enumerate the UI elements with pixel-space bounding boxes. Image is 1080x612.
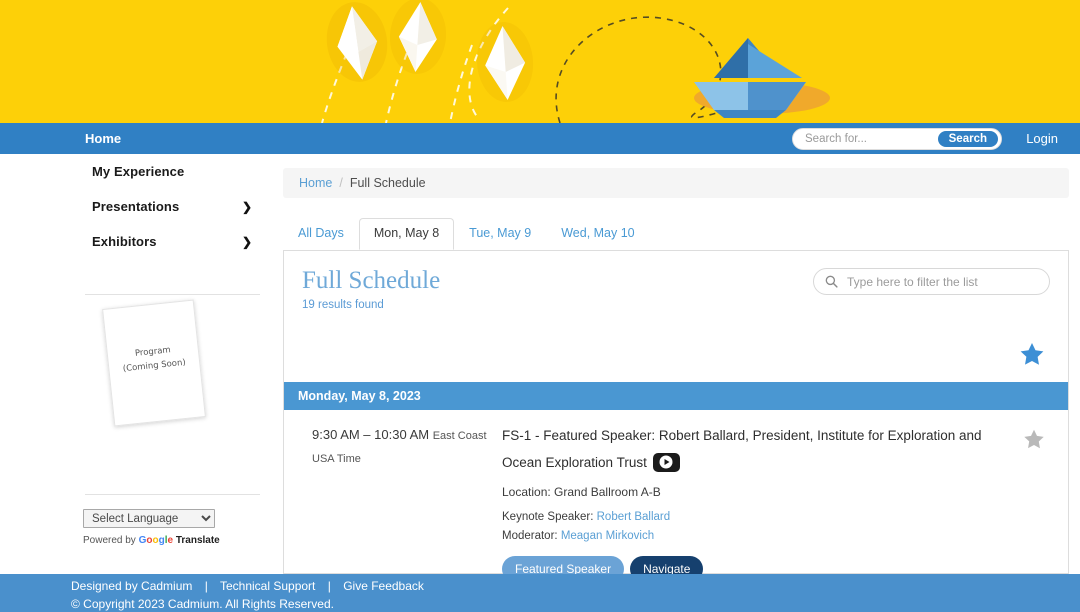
sidebar-divider-bottom [85, 494, 260, 495]
results-count: 19 results found [302, 299, 384, 311]
footer-give-feedback-link[interactable]: Give Feedback [343, 579, 424, 593]
list-filter [813, 268, 1050, 295]
sidebar-item-label: Exhibitors [92, 234, 157, 249]
location-label: Location: [502, 485, 551, 499]
main-content: Home / Full Schedule All Days Mon, May 8… [275, 154, 1080, 582]
breadcrumb-home-link[interactable]: Home [299, 176, 332, 190]
session-location: Location: Grand Ballroom A-B [502, 485, 992, 499]
moderator-row: Moderator: Meagan Mirkovich [502, 527, 992, 546]
sidebar-item-my-experience[interactable]: My Experience [92, 154, 252, 189]
page-title: Full Schedule [302, 267, 441, 294]
site-search: Search [792, 128, 1002, 150]
sidebar-item-presentations[interactable]: Presentations ❯ [92, 189, 252, 224]
session-title: FS-1 - Featured Speaker: Robert Ballard,… [502, 428, 982, 470]
breadcrumb-current: Full Schedule [349, 176, 426, 190]
play-video-icon[interactable] [652, 452, 680, 472]
footer-technical-support-link[interactable]: Technical Support [220, 579, 315, 593]
session-favorite-star-icon[interactable] [1022, 428, 1046, 456]
breadcrumb: Home / Full Schedule [283, 168, 1069, 198]
favorites-filter-star-icon[interactable] [1018, 341, 1046, 373]
hero-banner [0, 0, 1080, 123]
keynote-speaker-link[interactable]: Robert Ballard [597, 511, 671, 523]
sidebar-item-label: Presentations [92, 199, 180, 214]
google-logo: Google [138, 535, 174, 546]
banner-illustration [0, 0, 1080, 123]
sidebar-item-label: My Experience [92, 164, 185, 179]
footer-designed-by-link[interactable]: Designed by Cadmium [71, 579, 192, 593]
session-details: FS-1 - Featured Speaker: Robert Ballard,… [502, 422, 992, 582]
powered-by-label: Powered by [83, 535, 136, 546]
day-tabs: All Days Mon, May 8 Tue, May 9 Wed, May … [283, 218, 1069, 250]
moderator-label: Moderator: [502, 530, 558, 542]
footer-separator: | [204, 579, 208, 593]
session-title-wrap: FS-1 - Featured Speaker: Robert Ballard,… [502, 422, 992, 476]
footer-separator: | [327, 579, 331, 593]
search-button[interactable]: Search [937, 131, 998, 147]
chevron-right-icon: ❯ [241, 234, 252, 249]
search-icon [825, 275, 838, 288]
left-sidebar: My Experience Presentations ❯ Exhibitors… [0, 154, 275, 574]
tab-mon-may-8[interactable]: Mon, May 8 [358, 218, 455, 250]
footer-links: Designed by Cadmium | Technical Support … [71, 579, 424, 593]
tab-wed-may-10[interactable]: Wed, May 10 [546, 218, 649, 250]
translate-label: Translate [175, 535, 220, 546]
page-root: Home Search Login My Experience Presenta… [0, 0, 1080, 612]
top-navbar: Home Search Login [0, 123, 1080, 154]
day-header-label: Monday, May 8, 2023 [298, 389, 421, 403]
chevron-right-icon: ❯ [241, 199, 252, 214]
day-header: Monday, May 8, 2023 [284, 382, 1068, 410]
session-time: 9:30 AM – 10:30 AM East Coast USA Time [312, 424, 492, 470]
sidebar-item-exhibitors[interactable]: Exhibitors ❯ [92, 224, 252, 259]
login-link[interactable]: Login [1026, 123, 1058, 154]
footer-copyright: © Copyright 2023 Cadmium. All Rights Res… [71, 597, 334, 611]
breadcrumb-separator: / [339, 176, 343, 190]
session-time-range: 9:30 AM – 10:30 AM [312, 427, 430, 442]
tab-tue-may-9[interactable]: Tue, May 9 [454, 218, 546, 250]
sidebar-divider [85, 294, 260, 295]
location-value: Grand Ballroom A-B [554, 485, 661, 499]
language-select[interactable]: Select Language [83, 509, 215, 528]
nav-home-link[interactable]: Home [85, 123, 121, 154]
session-people: Keynote Speaker: Robert Ballard Moderato… [502, 508, 992, 546]
search-input[interactable] [803, 129, 928, 149]
site-footer: Designed by Cadmium | Technical Support … [0, 574, 1080, 612]
schedule-panel: Full Schedule 19 results found Monday, M… [283, 250, 1069, 582]
google-translate-attribution: Powered by Google Translate [83, 535, 220, 546]
keynote-row: Keynote Speaker: Robert Ballard [502, 508, 992, 527]
tab-all-days[interactable]: All Days [283, 218, 359, 250]
filter-input[interactable] [845, 273, 1035, 290]
program-placeholder-card[interactable]: Program (Coming Soon) [102, 299, 206, 427]
moderator-link[interactable]: Meagan Mirkovich [561, 530, 654, 542]
keynote-label: Keynote Speaker: [502, 511, 594, 523]
